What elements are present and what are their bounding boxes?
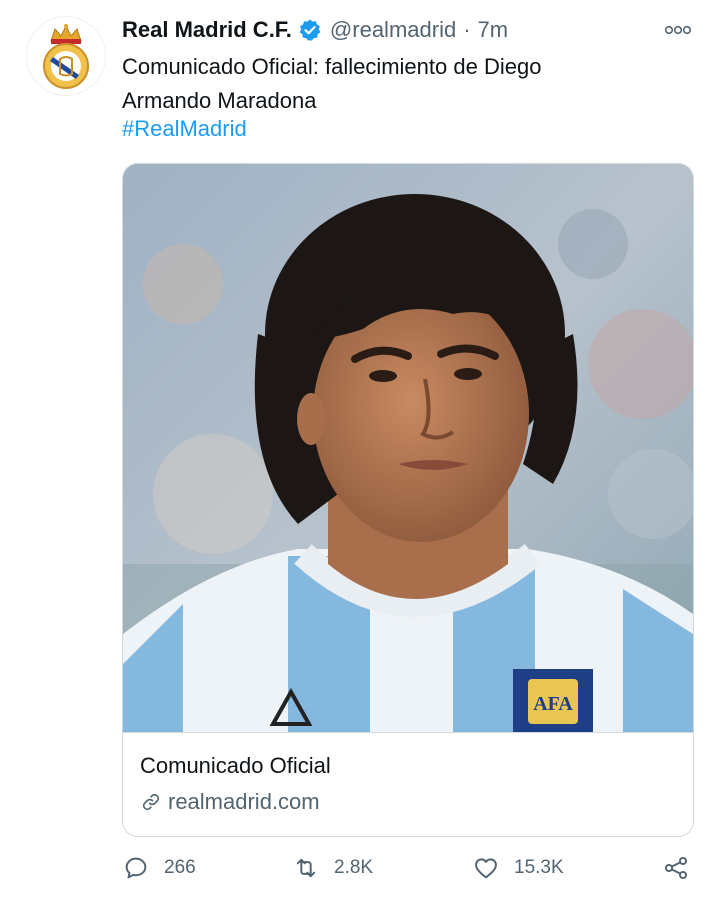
- reply-icon: [125, 857, 147, 879]
- reply-count: 266: [164, 857, 196, 878]
- card-domain: realmadrid.com: [140, 789, 320, 815]
- card-title: Comunicado Oficial: [140, 753, 331, 778]
- real-madrid-crest-icon: [43, 24, 89, 89]
- action-bar: 266 2.8K 15.3K: [122, 848, 697, 888]
- retweet-count: 2.8K: [334, 857, 374, 878]
- tweet-header: Real Madrid C.F. @realmadrid · 7m: [122, 14, 695, 46]
- link-preview-card[interactable]: AFA Comunicado Oficial realmadrid.com: [122, 163, 694, 837]
- handle[interactable]: @realmadrid: [330, 17, 456, 43]
- share-button[interactable]: [662, 848, 704, 888]
- separator-dot: ·: [463, 17, 471, 42]
- tweet-text: Comunicado Oficial: fallecimiento de Die…: [122, 50, 682, 118]
- like-count: 15.3K: [514, 857, 564, 878]
- tweet-text-line: Comunicado Oficial: fallecimiento de Die…: [122, 54, 542, 79]
- timestamp[interactable]: 7m: [478, 17, 509, 43]
- reply-button[interactable]: 266: [122, 848, 196, 888]
- card-domain-text: realmadrid.com: [168, 789, 320, 814]
- retweet-icon: [296, 858, 316, 878]
- card-body: Comunicado Oficial realmadrid.com: [123, 732, 693, 836]
- avatar[interactable]: [26, 16, 106, 96]
- retweet-button[interactable]: 2.8K: [292, 848, 373, 888]
- link-icon: [140, 791, 162, 813]
- share-icon: [664, 856, 688, 880]
- hashtag-link[interactable]: #RealMadrid: [122, 114, 247, 144]
- card-image: AFA: [123, 164, 693, 732]
- heart-icon: [475, 858, 497, 879]
- tweet-text-line: Armando Maradona: [122, 88, 317, 113]
- photo-portrait: AFA: [123, 164, 693, 732]
- verified-badge-icon: [298, 18, 322, 42]
- like-button[interactable]: 15.3K: [472, 848, 564, 888]
- more-options-icon[interactable]: [663, 20, 693, 40]
- display-name[interactable]: Real Madrid C.F.: [122, 17, 292, 43]
- svg-text:AFA: AFA: [533, 693, 573, 715]
